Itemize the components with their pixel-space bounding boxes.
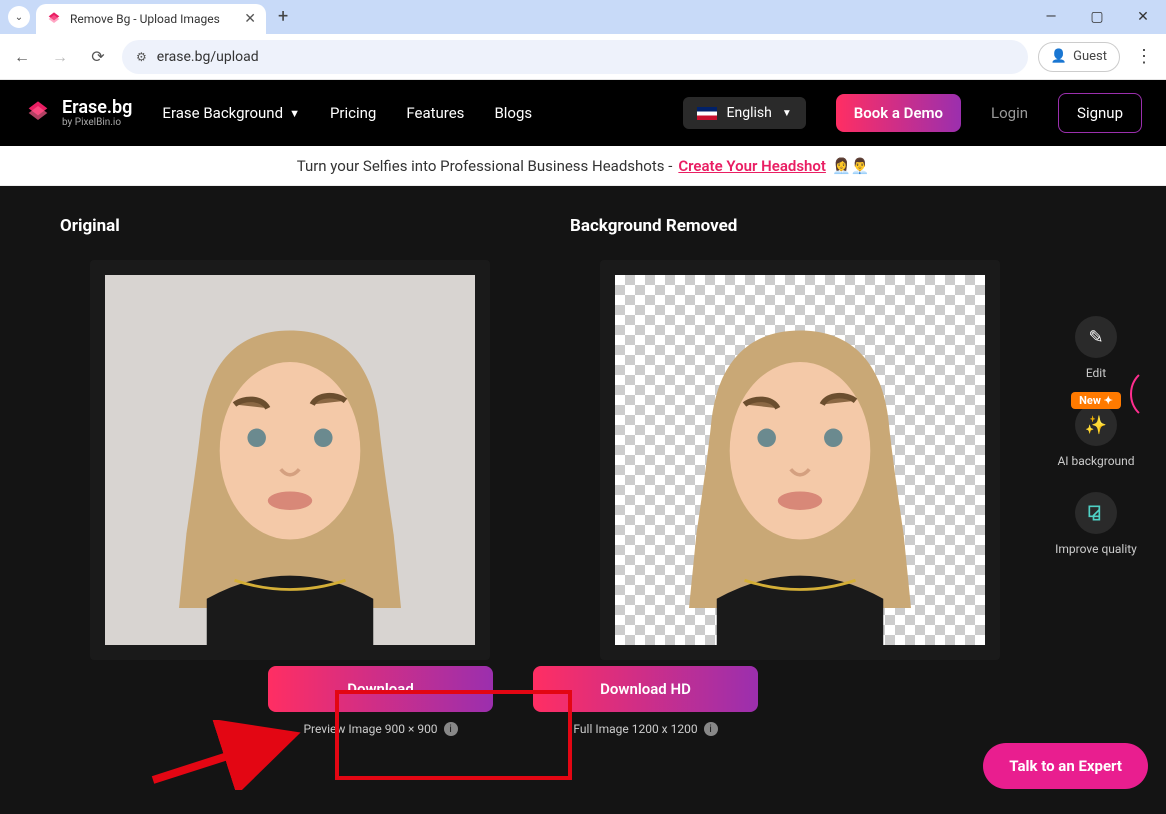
browser-titlebar: ⌄ Remove Bg - Upload Images ✕ + ― ▢ ✕ — [0, 0, 1166, 34]
tool-improve-quality[interactable]: Improve quality — [1055, 492, 1137, 556]
tool-ai-background[interactable]: New ✦ ✨ AI background — [1057, 404, 1134, 468]
banner-emoji: 👩‍💼👨‍💼 — [832, 157, 869, 175]
url-text: erase.bg/upload — [157, 49, 259, 65]
login-link[interactable]: Login — [991, 104, 1028, 122]
tool-improve-label: Improve quality — [1055, 542, 1137, 556]
browser-toolbar: ← → ⟳ ⚙ erase.bg/upload 👤 Guest ⋮ — [0, 34, 1166, 80]
logo[interactable]: Erase.bg by PixelBin.io — [24, 99, 132, 128]
original-headshot-icon — [105, 275, 475, 645]
tool-edit[interactable]: ✎ Edit — [1075, 316, 1117, 380]
side-tools: ✎ Edit New ✦ ✨ AI background Improve qua… — [1051, 316, 1141, 556]
reload-icon[interactable]: ⟳ — [84, 43, 112, 71]
site-settings-icon[interactable]: ⚙ — [136, 50, 147, 64]
minimize-icon[interactable]: ― — [1028, 0, 1074, 34]
new-tab-icon[interactable]: + — [278, 6, 288, 27]
talk-to-expert-button[interactable]: Talk to an Expert — [983, 743, 1148, 789]
wand-icon: ✨ — [1085, 415, 1107, 436]
close-window-icon[interactable]: ✕ — [1120, 0, 1166, 34]
original-image-frame — [90, 260, 490, 660]
download-hd-col: Download HD Full Image 1200 x 1200 i — [533, 666, 758, 736]
browser-menu-icon[interactable]: ⋮ — [1130, 46, 1158, 67]
forward-icon: → — [46, 43, 74, 71]
info-icon[interactable]: i — [704, 722, 718, 736]
pencil-icon: ✎ — [1088, 327, 1103, 348]
window-controls: ― ▢ ✕ — [1028, 0, 1166, 34]
tabs-dropdown-icon[interactable]: ⌄ — [8, 6, 30, 28]
guest-label: Guest — [1073, 49, 1107, 64]
language-label: English — [727, 105, 772, 121]
tool-edit-label: Edit — [1086, 366, 1106, 380]
back-icon[interactable]: ← — [8, 43, 36, 71]
promo-banner: Turn your Selfies into Professional Busi… — [0, 146, 1166, 186]
removed-label: Background Removed — [570, 216, 1030, 236]
tab-title: Remove Bg - Upload Images — [70, 12, 236, 26]
original-label: Original — [60, 216, 520, 236]
removed-headshot-icon — [615, 275, 985, 645]
chevron-down-icon: ▼ — [289, 107, 300, 120]
download-row: Download Preview Image 900 × 900 i Downl… — [0, 666, 1026, 736]
main-content: Original Background Removed — [0, 186, 1166, 814]
improve-icon — [1086, 503, 1106, 523]
logo-mark-icon — [24, 99, 52, 127]
info-icon[interactable]: i — [444, 722, 458, 736]
logo-title: Erase.bg — [62, 99, 132, 117]
nav-pricing[interactable]: Pricing — [330, 104, 376, 122]
guest-avatar-icon: 👤 — [1051, 49, 1067, 64]
banner-link[interactable]: Create Your Headshot — [678, 157, 826, 175]
browser-tab[interactable]: Remove Bg - Upload Images ✕ — [36, 4, 266, 34]
site-header: Erase.bg by PixelBin.io Erase Background… — [0, 80, 1166, 146]
language-selector[interactable]: English ▼ — [683, 97, 806, 129]
book-demo-button[interactable]: Book a Demo — [836, 94, 961, 132]
nav-erase-background[interactable]: Erase Background ▼ — [162, 104, 300, 122]
logo-subtitle: by PixelBin.io — [62, 117, 132, 128]
download-col: Download Preview Image 900 × 900 i — [268, 666, 493, 736]
address-bar[interactable]: ⚙ erase.bg/upload — [122, 40, 1028, 74]
profile-button[interactable]: 👤 Guest — [1038, 42, 1120, 72]
chevron-down-icon: ▼ — [782, 108, 792, 119]
signup-button[interactable]: Signup — [1058, 93, 1142, 133]
nav-features[interactable]: Features — [406, 104, 464, 122]
banner-text: Turn your Selfies into Professional Busi… — [297, 157, 673, 175]
download-hd-button[interactable]: Download HD — [533, 666, 758, 712]
download-info: Preview Image 900 × 900 i — [268, 722, 493, 736]
maximize-icon[interactable]: ▢ — [1074, 0, 1120, 34]
nav-blogs[interactable]: Blogs — [494, 104, 532, 122]
tab-close-icon[interactable]: ✕ — [244, 11, 256, 27]
tab-favicon-icon — [46, 11, 62, 27]
new-badge: New ✦ — [1071, 392, 1121, 409]
tool-ai-bg-label: AI background — [1057, 454, 1134, 468]
download-button[interactable]: Download — [268, 666, 493, 712]
uk-flag-icon — [697, 107, 717, 120]
download-hd-info: Full Image 1200 x 1200 i — [533, 722, 758, 736]
removed-image-frame — [600, 260, 1000, 660]
